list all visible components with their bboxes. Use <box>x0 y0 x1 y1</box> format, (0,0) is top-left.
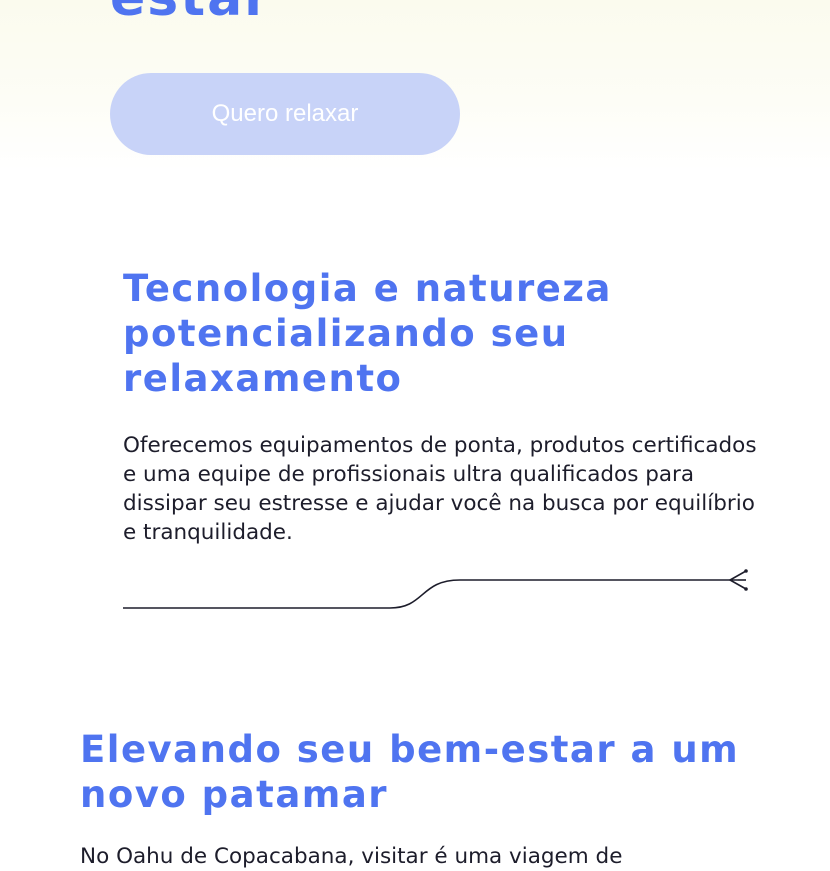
arrow-tail-line-icon <box>123 569 748 609</box>
technology-section-text: Oferecemos equipamentos de ponta, produt… <box>123 433 757 545</box>
technology-section-title: Tecnologia e natureza potencializando se… <box>123 267 612 400</box>
relax-cta-button[interactable]: Quero relaxar <box>110 73 460 155</box>
wellbeing-section-text: No Oahu de Copacabana, visitar é uma via… <box>80 844 623 869</box>
wellbeing-section-title: Elevando seu bem-estar a um novo patamar <box>80 728 740 816</box>
hero-title: estar <box>110 0 272 24</box>
